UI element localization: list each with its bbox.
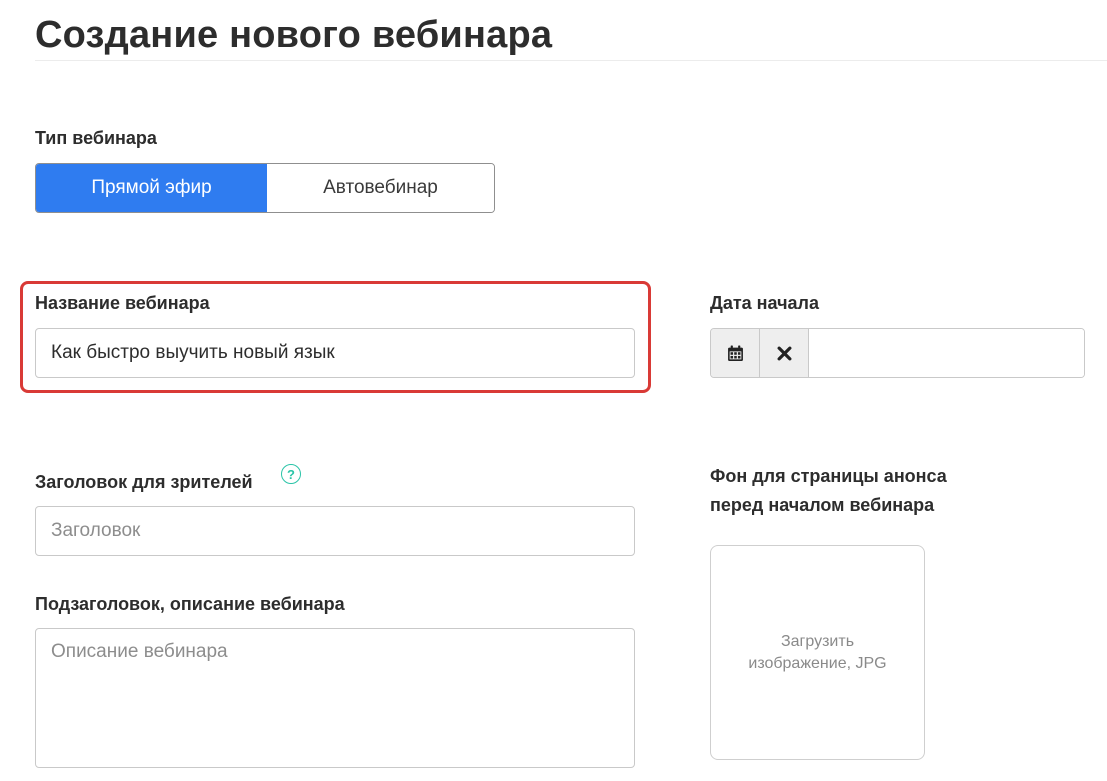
viewer-title-input[interactable]	[35, 506, 635, 556]
background-label-line1: Фон для страницы анонса	[710, 466, 947, 486]
background-label-line2: перед началом вебинара	[710, 495, 935, 515]
title-divider	[35, 60, 1107, 61]
webinar-name-label: Название вебинара	[35, 293, 210, 313]
webinar-name-input[interactable]	[35, 328, 635, 378]
close-icon	[777, 346, 791, 360]
subtitle-label: Подзаголовок, описание вебинара	[35, 594, 345, 614]
page-title: Создание нового вебинара	[35, 14, 553, 56]
start-date-label: Дата начала	[710, 293, 820, 313]
clear-date-button[interactable]	[760, 329, 809, 377]
webinar-type-auto-option[interactable]: Автовебинар	[267, 164, 494, 212]
background-upload-button[interactable]: Загрузить изображение, JPG	[710, 545, 925, 760]
help-icon[interactable]: ?	[281, 464, 301, 484]
start-date-field	[710, 328, 1085, 378]
webinar-type-live-option[interactable]: Прямой эфир	[36, 164, 267, 212]
subtitle-textarea[interactable]	[35, 628, 635, 768]
viewer-title-label: Заголовок для зрителей	[35, 472, 253, 492]
webinar-type-switch: Прямой эфир Автовебинар	[35, 163, 495, 213]
upload-hint-text: Загрузить изображение, JPG	[748, 632, 887, 672]
webinar-type-label: Тип вебинара	[35, 128, 157, 148]
calendar-icon	[727, 345, 743, 361]
start-date-input[interactable]	[809, 329, 1084, 377]
calendar-button[interactable]	[711, 329, 760, 377]
